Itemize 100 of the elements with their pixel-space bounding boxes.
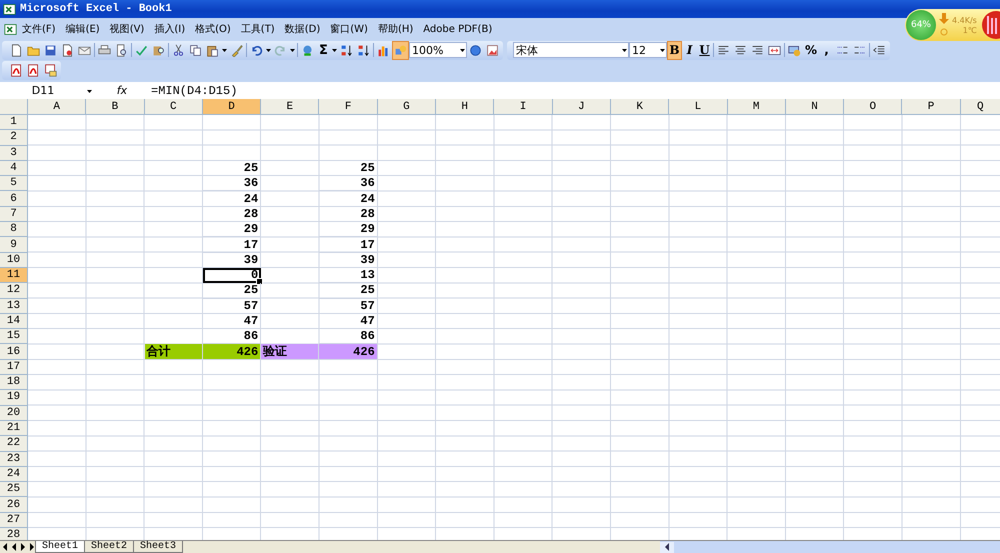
table-cell[interactable]: 25 bbox=[319, 283, 378, 299]
pdf-mail-icon[interactable] bbox=[44, 64, 57, 77]
menu-item[interactable]: 工具(T) bbox=[236, 22, 280, 36]
column-header[interactable]: A bbox=[28, 99, 86, 115]
align-center-icon[interactable] bbox=[734, 44, 747, 56]
menu-item[interactable]: 插入(I) bbox=[149, 22, 190, 36]
scissors-icon[interactable] bbox=[172, 44, 185, 56]
row-header[interactable]: 25 bbox=[0, 482, 28, 498]
currency-icon[interactable] bbox=[788, 44, 801, 56]
tab-scroll-button[interactable] bbox=[18, 541, 27, 553]
decrease-indent-icon[interactable] bbox=[873, 44, 886, 56]
table-cell[interactable]: 39 bbox=[319, 252, 378, 268]
row-header[interactable]: 10 bbox=[0, 252, 28, 268]
column-header[interactable]: K bbox=[610, 99, 670, 115]
menu-item[interactable]: 窗口(W) bbox=[325, 22, 373, 36]
sheet-tab[interactable]: Sheet3 bbox=[133, 541, 184, 553]
autosum-button[interactable]: Σ bbox=[316, 40, 331, 60]
table-cell[interactable]: 36 bbox=[319, 176, 378, 192]
menu-item[interactable]: 数据(D) bbox=[280, 22, 326, 36]
menu-item[interactable]: 编辑(E) bbox=[60, 22, 105, 36]
table-cell[interactable]: 29 bbox=[202, 222, 262, 238]
research-icon[interactable] bbox=[152, 44, 165, 56]
row-header[interactable]: 17 bbox=[0, 360, 28, 376]
column-header[interactable]: G bbox=[378, 99, 436, 115]
sheet-tab[interactable]: Sheet2 bbox=[84, 541, 134, 553]
new-document-icon[interactable] bbox=[10, 44, 23, 56]
column-header[interactable]: B bbox=[86, 99, 145, 115]
table-cell[interactable]: 47 bbox=[202, 314, 262, 330]
row-header[interactable]: 5 bbox=[0, 176, 28, 192]
bar-chart-icon[interactable] bbox=[377, 44, 390, 56]
row-header[interactable]: 20 bbox=[0, 406, 28, 421]
column-header[interactable]: C bbox=[144, 99, 203, 115]
row-header[interactable]: 14 bbox=[0, 314, 28, 330]
row-header[interactable]: 4 bbox=[0, 160, 28, 176]
table-cell[interactable]: 25 bbox=[202, 283, 262, 299]
table-cell[interactable]: 57 bbox=[202, 298, 262, 314]
table-cell[interactable]: 426 bbox=[319, 344, 378, 360]
picture-icon[interactable] bbox=[486, 44, 499, 56]
row-header[interactable]: 16 bbox=[0, 344, 28, 360]
align-right-icon[interactable] bbox=[751, 44, 764, 56]
tab-scroll-button[interactable] bbox=[27, 541, 36, 553]
brush-icon[interactable] bbox=[230, 44, 243, 56]
font-dropdown[interactable]: 宋体 bbox=[513, 42, 629, 58]
table-cell[interactable]: 29 bbox=[319, 222, 378, 238]
column-header[interactable]: P bbox=[902, 99, 961, 115]
table-cell[interactable]: 24 bbox=[202, 191, 262, 207]
row-header[interactable]: 19 bbox=[0, 390, 28, 406]
font-size-dropdown[interactable]: 12 bbox=[629, 42, 667, 58]
excel-icon[interactable] bbox=[4, 22, 17, 36]
name-box[interactable]: D11 bbox=[0, 83, 86, 98]
printer-icon[interactable] bbox=[98, 44, 111, 56]
column-header[interactable]: O bbox=[844, 99, 902, 115]
column-header[interactable]: M bbox=[728, 99, 786, 115]
table-cell[interactable]: 426 bbox=[202, 344, 262, 360]
row-header[interactable]: 21 bbox=[0, 420, 28, 436]
row-header[interactable]: 2 bbox=[0, 130, 28, 146]
row-header[interactable]: 11 bbox=[0, 268, 28, 284]
table-cell[interactable]: 28 bbox=[319, 206, 378, 222]
menu-item[interactable]: 格式(O) bbox=[190, 22, 236, 36]
row-header[interactable]: 1 bbox=[0, 115, 28, 130]
row-header[interactable]: 13 bbox=[0, 298, 28, 314]
print-preview-icon[interactable] bbox=[115, 44, 128, 56]
row-header[interactable]: 7 bbox=[0, 206, 28, 222]
row-header[interactable]: 15 bbox=[0, 329, 28, 344]
table-cell[interactable]: 17 bbox=[202, 237, 262, 253]
row-header[interactable]: 12 bbox=[0, 283, 28, 299]
menu-item[interactable]: 视图(V) bbox=[104, 22, 150, 36]
table-cell[interactable]: 合计 bbox=[144, 344, 203, 360]
save-icon[interactable] bbox=[44, 44, 57, 56]
document-lock-icon[interactable] bbox=[61, 44, 74, 56]
menu-item[interactable]: 帮助(H) bbox=[372, 22, 418, 36]
number-format-button[interactable]: % bbox=[803, 40, 820, 60]
column-header[interactable]: Q bbox=[960, 99, 1000, 115]
sheet-tab[interactable]: Sheet1 bbox=[35, 541, 86, 553]
pdf-icon[interactable] bbox=[27, 64, 40, 77]
row-header[interactable]: 22 bbox=[0, 436, 28, 452]
table-cell[interactable]: 13 bbox=[319, 268, 378, 284]
zoom-dropdown[interactable]: 100% bbox=[409, 42, 467, 58]
spell-check-icon[interactable] bbox=[135, 44, 148, 56]
table-cell[interactable]: 28 bbox=[202, 206, 262, 222]
row-header[interactable]: 27 bbox=[0, 512, 28, 528]
column-header[interactable]: L bbox=[669, 99, 728, 115]
table-cell[interactable]: 25 bbox=[202, 160, 262, 176]
menu-item[interactable]: Adobe PDF(B) bbox=[418, 24, 498, 34]
table-cell[interactable]: 0 bbox=[202, 268, 262, 284]
column-header[interactable]: F bbox=[319, 99, 378, 115]
column-header[interactable]: D bbox=[202, 99, 262, 115]
row-header[interactable]: 28 bbox=[0, 528, 28, 540]
clipboard-icon[interactable] bbox=[206, 44, 219, 56]
table-cell[interactable]: 验证 bbox=[261, 344, 320, 360]
excel-icon[interactable] bbox=[3, 2, 16, 16]
number-format-button[interactable]: , bbox=[819, 40, 834, 60]
merge-center-icon[interactable] bbox=[768, 44, 781, 56]
help-icon[interactable] bbox=[469, 44, 482, 56]
table-cell[interactable]: 36 bbox=[202, 176, 262, 192]
row-header[interactable]: 9 bbox=[0, 237, 28, 253]
horizontal-scrollbar[interactable] bbox=[660, 541, 1000, 553]
undo-icon[interactable] bbox=[250, 44, 263, 56]
pdf-icon[interactable] bbox=[10, 64, 23, 77]
column-header[interactable]: H bbox=[436, 99, 494, 115]
